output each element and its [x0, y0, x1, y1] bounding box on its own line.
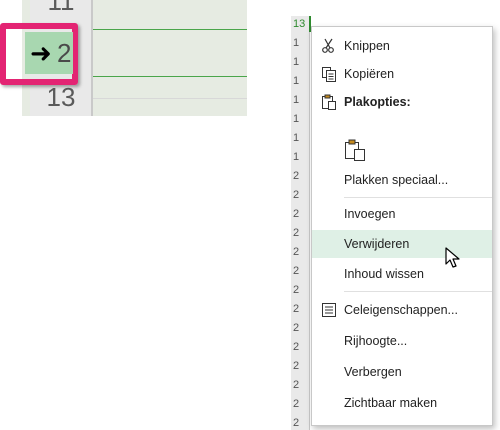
menu-item-celeigenschappen[interactable]: Celeigenschappen... — [312, 296, 492, 324]
menu-item-label: Knippen — [344, 39, 390, 53]
menu-separator — [344, 197, 492, 198]
row-number[interactable]: 2 — [293, 189, 299, 201]
row-number[interactable]: 1 — [293, 132, 299, 144]
menu-item-label: Verbergen — [344, 365, 402, 379]
menu-item-label: Plakken speciaal... — [344, 173, 449, 187]
row-number[interactable]: 2 — [293, 360, 299, 372]
row-number[interactable]: 1 — [293, 37, 299, 49]
row-number[interactable]: 2 — [293, 417, 299, 429]
menu-separator — [344, 291, 492, 292]
selected-row-number: 2 — [57, 38, 72, 68]
menu-item-plakopties: Plakopties: — [312, 88, 492, 116]
menu-item-knippen[interactable]: Knippen — [312, 32, 492, 60]
menu-item-verbergen[interactable]: Verbergen — [312, 358, 492, 386]
row-select-arrow-icon: ➜ — [30, 38, 52, 68]
context-menu: Knippen Kopiëren Plakopties: Plakken spe… — [311, 26, 493, 426]
format-cells-icon — [321, 302, 337, 318]
menu-item-label: Inhoud wissen — [344, 267, 424, 281]
menu-item-label: Verwijderen — [344, 237, 410, 251]
row-number[interactable]: 2 — [293, 303, 299, 315]
row-number[interactable]: 1 — [293, 94, 299, 106]
menu-item-plakken-speciaal[interactable]: Plakken speciaal... — [312, 166, 492, 194]
menu-item-label: Celeigenschappen... — [344, 303, 458, 317]
copy-icon — [321, 66, 337, 82]
row-number[interactable]: 1 — [293, 113, 299, 125]
menu-item-inhoud-wissen[interactable]: Inhoud wissen — [312, 260, 492, 288]
row-number[interactable]: 2 — [293, 284, 299, 296]
row-number[interactable]: 13 — [293, 18, 305, 30]
mouse-cursor-icon — [444, 247, 464, 269]
row-number-above: 11 — [47, 0, 75, 16]
row-number[interactable]: 2 — [293, 208, 299, 220]
menu-item-label: Rijhoogte... — [344, 334, 408, 348]
row-number[interactable]: 2 — [293, 341, 299, 353]
menu-item-label: Kopiëren — [344, 67, 395, 81]
menu-item-label: Plakopties: — [344, 95, 411, 109]
row-number[interactable]: 1 — [293, 75, 299, 87]
menu-item-label: Zichtbaar maken — [344, 396, 438, 410]
row-number[interactable]: 2 — [293, 265, 299, 277]
menu-item-label: Invoegen — [344, 207, 396, 221]
row-border-bottom — [93, 76, 247, 77]
row-border — [93, 98, 247, 99]
row-number[interactable]: 2 — [293, 379, 299, 391]
menu-item-rijhoogte[interactable]: Rijhoogte... — [312, 327, 492, 355]
menu-item-kopieren[interactable]: Kopiëren — [312, 60, 492, 88]
row-number[interactable]: 1 — [293, 56, 299, 68]
menu-item-verwijderen[interactable]: Verwijderen — [312, 230, 492, 258]
row-number[interactable]: 2 — [293, 246, 299, 258]
row-number-below: 13 — [46, 82, 76, 112]
row-number[interactable]: 2 — [293, 322, 299, 334]
menu-item-invoegen[interactable]: Invoegen — [312, 200, 492, 228]
menu-item-zichtbaar-maken[interactable]: Zichtbaar maken — [312, 389, 492, 417]
row-number[interactable]: 2 — [293, 398, 299, 410]
row-number[interactable]: 2 — [293, 170, 299, 182]
row-header-strip: 13 1 1 1 1 1 1 1 2 2 2 2 2 2 2 2 2 2 2 2 2 2 — [291, 16, 310, 430]
scissors-icon — [321, 38, 337, 54]
row-number[interactable]: 2 — [293, 227, 299, 239]
row-number[interactable]: 1 — [293, 151, 299, 163]
paste-options-icon — [321, 94, 337, 110]
row-border-top — [93, 29, 247, 30]
paste-icon[interactable] — [344, 139, 366, 161]
